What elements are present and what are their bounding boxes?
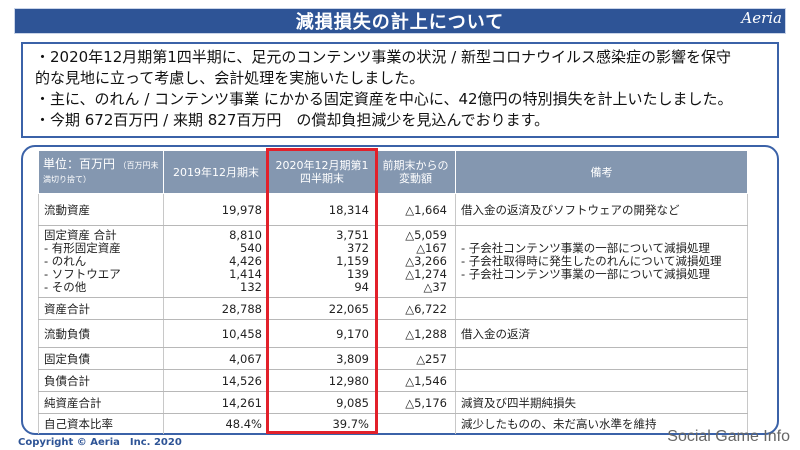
table-row: 流動資産 19,978 18,314 △1,664 借入金の返済及びソフトウェア… bbox=[38, 193, 748, 226]
value-change: △1,546 bbox=[375, 369, 456, 392]
value-2020q1: 22,065 bbox=[268, 297, 376, 320]
value-2020q1: 94 bbox=[354, 280, 369, 294]
column-header-2020q1: 2020年12月期第1四半期末 bbox=[268, 150, 376, 194]
row-note: 借入金の返済及びソフトウェアの開発など bbox=[455, 193, 748, 226]
value-2020q1: 39.7% bbox=[268, 413, 376, 434]
value-2019: 132 bbox=[240, 280, 262, 294]
value-change: △5,059 △167 △3,266 △1,274 △37 bbox=[375, 225, 456, 298]
value-2020q1: 18,314 bbox=[268, 193, 376, 226]
row-label: 流動資産 bbox=[38, 193, 164, 226]
row-note bbox=[455, 369, 748, 392]
row-note: 減資及び四半期純損失 bbox=[455, 391, 748, 414]
row-note bbox=[455, 347, 748, 370]
value-2020q1: 9,085 bbox=[268, 391, 376, 414]
value-change: △6,722 bbox=[375, 297, 456, 320]
summary-line: ・主に、のれん / コンテンツ事業 にかかる固定資産を中心に、42億円の特別損失… bbox=[35, 90, 733, 108]
value-change bbox=[375, 413, 456, 434]
summary-box: ・2020年12月期第1四半期に、足元のコンテンツ事業の状況 / 新型コロナウイ… bbox=[21, 42, 779, 138]
unit-header: 単位：百万円 （百万円未満切り捨て） bbox=[38, 150, 164, 194]
row-label: 資産合計 bbox=[38, 297, 164, 320]
summary-line: ・今期 672百万円 / 来期 827百万円 の償却負担減少を見込んでおります。 bbox=[35, 111, 550, 129]
title-bar: 減損損失の計上について bbox=[14, 8, 786, 34]
value-2020q1: 9,170 bbox=[268, 319, 376, 348]
table-row: 流動負債 10,458 9,170 △1,288 借入金の返済 bbox=[38, 319, 748, 348]
value-change: △257 bbox=[375, 347, 456, 370]
value-2019: 14,261 bbox=[163, 391, 269, 414]
column-header-change: 前期末からの変動額 bbox=[375, 150, 456, 194]
row-label: - その他 bbox=[44, 280, 87, 294]
value-2020q1: 12,980 bbox=[268, 369, 376, 392]
row-label: 自己資本比率 bbox=[38, 413, 164, 434]
table-row: 負債合計 14,526 12,980 △1,546 bbox=[38, 369, 748, 392]
value-change: △37 bbox=[423, 280, 447, 294]
value-change: △1,664 bbox=[375, 193, 456, 226]
row-note: 借入金の返済 bbox=[455, 319, 748, 348]
value-2020q1: 3,751 372 1,159 139 94 bbox=[268, 225, 376, 298]
value-2019: 28,788 bbox=[163, 297, 269, 320]
value-2019: 8,810 540 4,426 1,414 132 bbox=[163, 225, 269, 298]
column-header-notes: 備考 bbox=[455, 150, 748, 194]
row-label: 固定負債 bbox=[38, 347, 164, 370]
column-header-2019: 2019年12月期末 bbox=[163, 150, 269, 194]
row-label: 純資産合計 bbox=[38, 391, 164, 414]
table-row: 純資産合計 14,261 9,085 △5,176 減資及び四半期純損失 bbox=[38, 391, 748, 414]
table-row: 固定負債 4,067 3,809 △257 bbox=[38, 347, 748, 370]
value-2019: 10,458 bbox=[163, 319, 269, 348]
summary-line: 的な見地に立って考慮し、会計処理を実施いたしました。 bbox=[35, 69, 425, 87]
value-2019: 19,978 bbox=[163, 193, 269, 226]
balance-sheet-table: 単位：百万円 （百万円未満切り捨て） 2019年12月期末 2020年12月期第… bbox=[38, 150, 748, 434]
copyright-text: Copyright © Aeria Inc. 2020 bbox=[18, 437, 182, 448]
value-2019: 48.4% bbox=[163, 413, 269, 434]
value-2019: 4,067 bbox=[163, 347, 269, 370]
row-label: 固定資産 合計 - 有形固定資産 - のれん - ソフトウエア - その他 bbox=[38, 225, 164, 298]
unit-label: 単位：百万円 bbox=[43, 157, 116, 171]
aeria-logo: Aeria bbox=[741, 9, 782, 27]
summary-line: ・2020年12月期第1四半期に、足元のコンテンツ事業の状況 / 新型コロナウイ… bbox=[35, 48, 731, 66]
table-row: 資産合計 28,788 22,065 △6,722 bbox=[38, 297, 748, 320]
watermark: Social Game Info bbox=[667, 428, 790, 445]
row-note bbox=[455, 297, 748, 320]
row-note: - 子会社コンテンツ事業の一部について減損処理 bbox=[461, 267, 710, 281]
row-note: - 子会社コンテンツ事業の一部について減損処理 - 子会社取得時に発生したのれん… bbox=[455, 225, 748, 298]
value-change: △5,176 bbox=[375, 391, 456, 414]
value-change: △1,288 bbox=[375, 319, 456, 348]
value-2020q1: 3,809 bbox=[268, 347, 376, 370]
row-label: 負債合計 bbox=[38, 369, 164, 392]
row-label: 流動負債 bbox=[38, 319, 164, 348]
table-row: 自己資本比率 48.4% 39.7% 減少したものの、未だ高い水準を維持 bbox=[38, 413, 748, 434]
page-title: 減損損失の計上について bbox=[295, 12, 505, 33]
table-row: 固定資産 合計 - 有形固定資産 - のれん - ソフトウエア - その他 8,… bbox=[38, 225, 748, 298]
value-2019: 14,526 bbox=[163, 369, 269, 392]
